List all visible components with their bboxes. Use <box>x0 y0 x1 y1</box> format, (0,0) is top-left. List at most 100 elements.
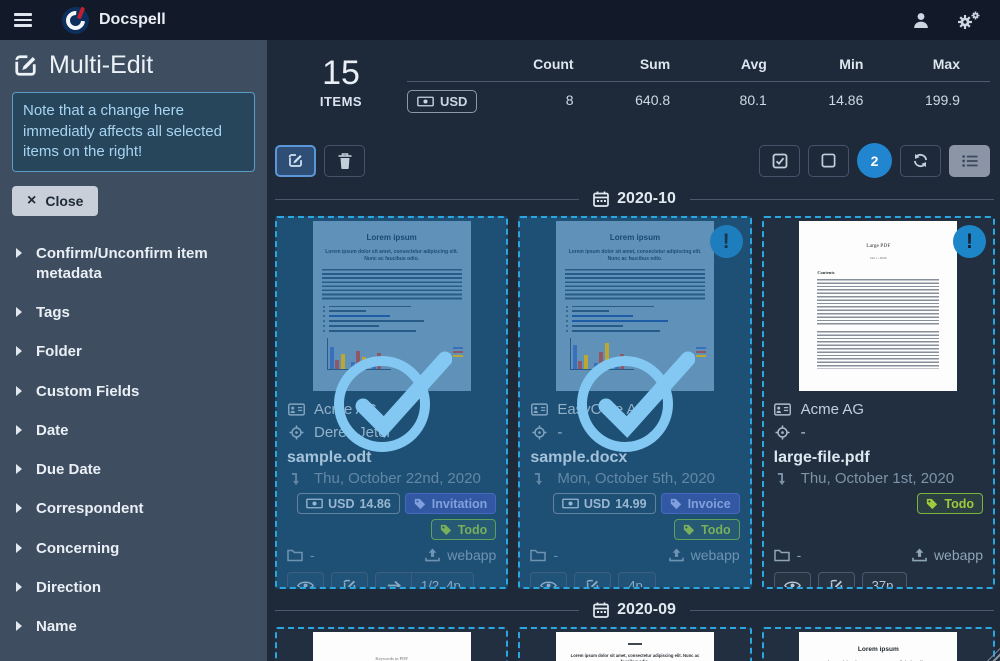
caret-right-icon <box>16 621 22 631</box>
view-menu-button[interactable] <box>949 145 990 177</box>
preview-button[interactable] <box>287 572 324 589</box>
empty-square-icon <box>821 153 836 168</box>
stats-value-avg: 80.1 <box>700 82 797 113</box>
caret-right-icon <box>16 248 22 258</box>
folder-icon <box>774 549 790 562</box>
tag-badge-invitation[interactable]: Invitation <box>405 493 497 514</box>
stats-header-avg: Avg <box>700 48 797 82</box>
folder-icon <box>287 549 303 562</box>
selected-count-badge[interactable]: 2 <box>857 143 892 178</box>
upload-icon <box>669 548 684 562</box>
tag-badge-todo[interactable]: Todo <box>431 519 497 540</box>
source-value: webapp <box>425 547 496 563</box>
delete-button[interactable] <box>324 145 365 177</box>
item-card-sample-docx[interactable]: Lorem ipsum Lorem ipsum dolor sit amet, … <box>518 216 751 589</box>
accordion-item-folder[interactable]: Folder <box>0 333 267 372</box>
invert-selection-button[interactable] <box>900 145 941 177</box>
item-name[interactable]: sample.odt <box>287 449 496 467</box>
item-list-area: 15 ITEMS Count Sum Avg Min Max USD 8 640… <box>267 40 1000 661</box>
deselect-all-button[interactable] <box>808 145 849 177</box>
tag-badge-todo[interactable]: Todo <box>674 519 740 540</box>
sync-icon <box>912 153 929 168</box>
item-card-sample-odt[interactable]: Lorem ipsum Lorem ipsum dolor sit amet, … <box>275 216 508 589</box>
correspondent-line: EasyCare AG <box>530 400 739 419</box>
arrow-right-icon <box>387 580 401 589</box>
accordion-item-correspondent[interactable]: Correspondent <box>0 490 267 529</box>
items-count-value: 15 <box>275 56 407 92</box>
page-count-label: 1/2, 4p. <box>412 572 474 589</box>
edit-item-button[interactable] <box>574 572 611 589</box>
eye-icon <box>540 580 557 589</box>
menu-icon[interactable] <box>0 0 46 40</box>
accordion-item-due-date[interactable]: Due Date <box>0 451 267 490</box>
document-preview: Lorem ipsum Lorem ipsum dolor sit amet, … <box>277 218 506 391</box>
crosshair-icon <box>287 425 305 440</box>
list-icon <box>962 154 978 168</box>
stats-value-sum: 640.8 <box>604 82 701 113</box>
money-bill-icon <box>417 96 434 107</box>
settings-gears-icon[interactable] <box>957 11 980 30</box>
edit-icon <box>829 578 844 589</box>
stats-header-sum: Sum <box>604 48 701 82</box>
multi-edit-toggle-button[interactable] <box>275 145 316 177</box>
accordion-item-direction[interactable]: Direction <box>0 568 267 607</box>
stats-header-min: Min <box>797 48 894 82</box>
stats-value-min: 14.86 <box>797 82 894 113</box>
item-name[interactable]: sample.docx <box>530 449 739 467</box>
edit-item-button[interactable] <box>331 572 368 589</box>
crosshair-icon <box>530 425 548 440</box>
address-card-icon <box>774 403 792 416</box>
tag-icon <box>670 498 682 510</box>
accordion-item-concerning[interactable]: Concerning <box>0 529 267 568</box>
document-preview: Keywords in PDF v1 <box>277 629 506 661</box>
page-count-label: 37p. <box>862 572 907 589</box>
accordion-item-confirm[interactable]: Confirm/Unconfirm item metadata <box>0 234 267 294</box>
tag-badge-todo[interactable]: Todo <box>917 493 983 514</box>
accordion-item-name[interactable]: Name <box>0 608 267 647</box>
item-card-preview-3[interactable]: Lorem ipsum Lorem ipsum dolor sit amet, … <box>762 627 995 661</box>
item-name[interactable]: large-file.pdf <box>774 449 983 467</box>
stats-value-max: 199.9 <box>893 82 990 113</box>
item-date-line: Thu, October 22nd, 2020 <box>287 470 496 487</box>
select-all-button[interactable] <box>759 145 800 177</box>
close-button[interactable]: × Close <box>12 186 98 216</box>
date-group-header: 2020-10 <box>275 190 994 208</box>
stats-value-count: 8 <box>507 82 604 113</box>
tag-badge-invoice[interactable]: Invoice <box>661 493 740 514</box>
source-value: webapp <box>912 547 983 563</box>
money-bill-icon <box>306 498 323 509</box>
caret-right-icon <box>16 464 22 474</box>
caret-right-icon <box>16 425 22 435</box>
address-card-icon <box>530 403 548 416</box>
docspell-logo-icon <box>62 7 89 34</box>
amount-badge: USD14.86 <box>297 493 400 514</box>
item-card-preview-1[interactable]: Keywords in PDF v1 <box>275 627 508 661</box>
accordion-item-custom-fields[interactable]: Custom Fields <box>0 372 267 411</box>
item-badges: Todo <box>774 493 983 545</box>
caret-right-icon <box>16 543 22 553</box>
level-down-icon <box>530 472 548 486</box>
multi-edit-note: Note that a change here immediatly affec… <box>12 92 255 172</box>
app-brand[interactable]: Docspell <box>62 7 166 34</box>
item-cards-row-clipped: Keywords in PDF v1 Lorem ipsum dolor sit… <box>275 627 995 661</box>
user-icon[interactable] <box>913 12 929 28</box>
item-cards-row: Lorem ipsum Lorem ipsum dolor sit amet, … <box>275 216 995 589</box>
item-card-large-file-pdf[interactable]: Large PDF Oct 1, 2020 Contents ! Acme AG… <box>762 216 995 589</box>
preview-button[interactable] <box>530 572 567 589</box>
next-attachment-button[interactable] <box>375 572 412 589</box>
tag-icon <box>683 524 695 536</box>
preview-button[interactable] <box>774 572 811 589</box>
level-down-icon <box>287 472 305 486</box>
calendar-icon <box>593 191 609 207</box>
search-stats: 15 ITEMS Count Sum Avg Min Max USD 8 640… <box>275 48 990 113</box>
accordion-item-tags[interactable]: Tags <box>0 294 267 333</box>
edit-icon <box>287 152 304 169</box>
accordion-item-date[interactable]: Date <box>0 411 267 450</box>
item-card-preview-2[interactable]: Lorem ipsum dolor sit amet, consectetur … <box>518 627 751 661</box>
page-count-label: 4p. <box>618 572 656 589</box>
level-down-icon <box>774 472 792 486</box>
multi-edit-sidebar: Multi-Edit Note that a change here immed… <box>0 40 267 661</box>
money-bill-icon <box>562 498 579 509</box>
top-navbar: Docspell <box>0 0 1000 40</box>
edit-item-button[interactable] <box>818 572 855 589</box>
